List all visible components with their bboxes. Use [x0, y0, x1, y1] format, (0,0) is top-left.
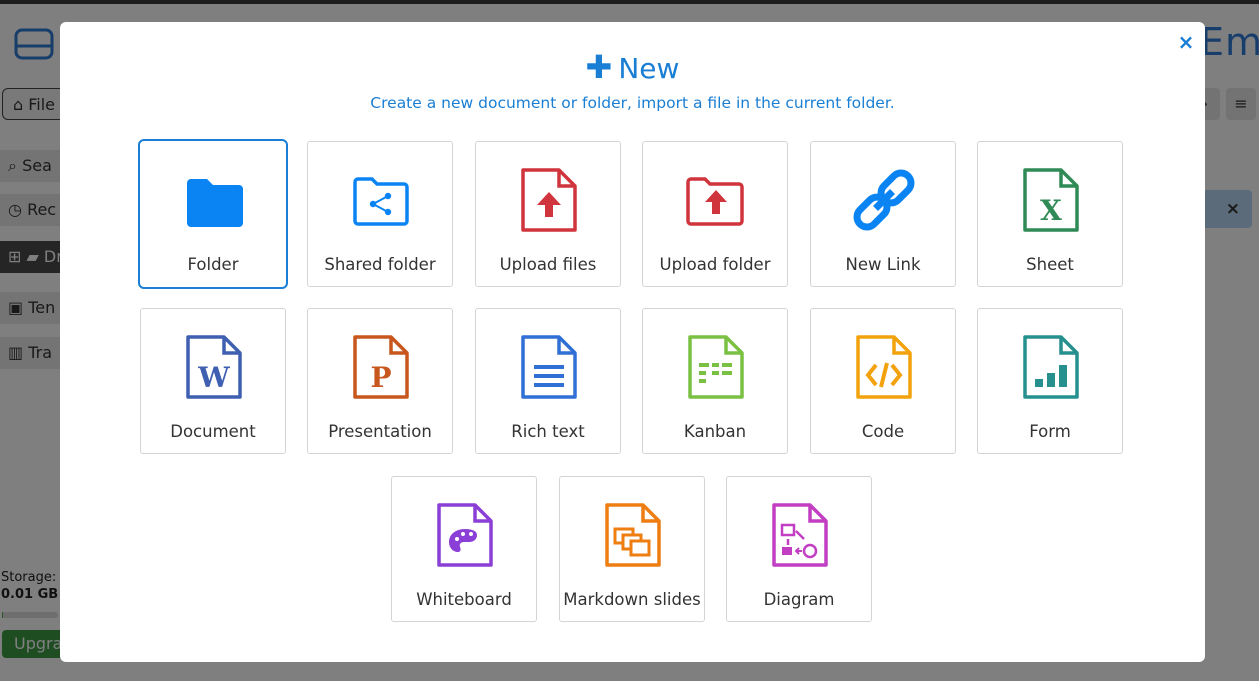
upload-file-icon [521, 168, 577, 232]
tile-upload-folder[interactable]: Upload folder [642, 141, 788, 287]
tile-label: Code [861, 422, 905, 441]
tile-label: Folder [187, 255, 239, 274]
tile-folder[interactable]: Folder [138, 139, 288, 289]
tile-label: Upload folder [659, 255, 771, 274]
tile-label: Rich text [511, 422, 585, 441]
tile-code[interactable]: Code [810, 308, 956, 454]
tile-label: Upload files [499, 255, 597, 274]
kanban-icon [688, 335, 744, 399]
tile-kanban[interactable]: Kanban [642, 308, 788, 454]
svg-text:P: P [370, 361, 391, 394]
tile-document[interactable]: W Document [140, 308, 286, 454]
tile-label: Shared folder [324, 255, 436, 274]
document-icon: W [186, 335, 242, 399]
tile-label: Whiteboard [416, 590, 512, 609]
whiteboard-icon [437, 503, 493, 567]
rich-text-icon [521, 335, 577, 399]
tile-label: Diagram [763, 590, 835, 609]
tile-presentation[interactable]: P Presentation [307, 308, 453, 454]
markdown-slides-icon [605, 503, 661, 567]
tile-label: Kanban [683, 422, 747, 441]
tile-label: New Link [845, 255, 921, 274]
tile-form[interactable]: Form [977, 308, 1123, 454]
tile-whiteboard[interactable]: Whiteboard [391, 476, 537, 622]
tile-diagram[interactable]: Diagram [726, 476, 872, 622]
tile-label: Sheet [1026, 255, 1074, 274]
tile-new-link[interactable]: New Link [810, 141, 956, 287]
tile-upload-files[interactable]: Upload files [475, 141, 621, 287]
link-icon [853, 169, 915, 231]
tile-label: Form [1029, 422, 1071, 441]
folder-icon [187, 179, 243, 227]
form-icon [1023, 335, 1079, 399]
upload-folder-icon [686, 177, 744, 226]
svg-text:W: W [197, 361, 230, 394]
shared-folder-icon [353, 177, 409, 226]
tile-label: Document [170, 422, 256, 441]
plus-icon: ✚ [585, 48, 613, 86]
code-icon [856, 335, 912, 399]
tile-label: Markdown slides [563, 590, 701, 609]
modal-subtitle: Create a new document or folder, import … [370, 94, 895, 112]
tile-rich-text[interactable]: Rich text [475, 308, 621, 454]
tile-sheet[interactable]: X Sheet [977, 141, 1123, 287]
diagram-icon [772, 503, 828, 567]
modal-title-text: New [618, 52, 680, 85]
presentation-icon: P [353, 335, 409, 399]
new-item-modal: × ✚ New Create a new document or folder, … [60, 22, 1205, 662]
svg-text:X: X [1040, 194, 1062, 227]
tile-shared-folder[interactable]: Shared folder [307, 141, 453, 287]
tile-markdown-slides[interactable]: Markdown slides [559, 476, 705, 622]
sheet-icon: X [1023, 168, 1079, 232]
tile-label: Presentation [328, 422, 432, 441]
modal-title: ✚ New [60, 48, 1205, 86]
